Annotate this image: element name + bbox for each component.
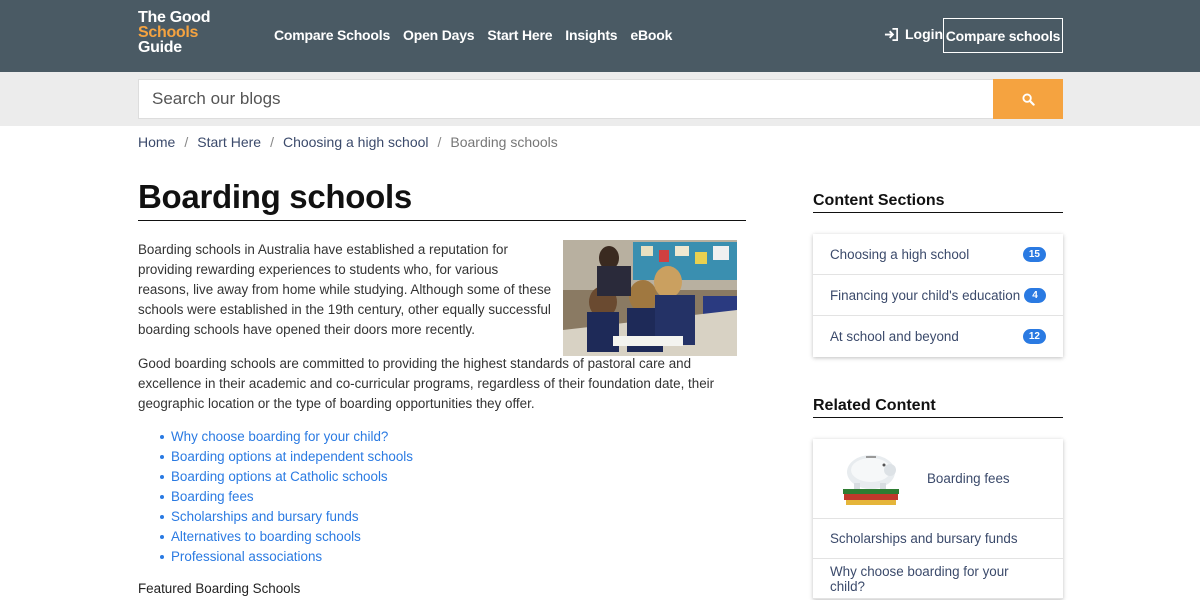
classroom-photo <box>563 240 737 356</box>
logo-line-3: Guide <box>138 39 182 56</box>
related-item-why-choose-boarding[interactable]: Why choose boarding for your child? <box>813 559 1063 599</box>
link-independent-schools[interactable]: Boarding options at independent schools <box>160 447 413 467</box>
related-item-label: Boarding fees <box>927 471 1010 486</box>
content-section-item[interactable]: Financing your child's education 4 <box>813 275 1063 316</box>
search-icon <box>1021 92 1035 106</box>
link-catholic-schools[interactable]: Boarding options at Catholic schools <box>160 467 413 487</box>
nav-compare-schools[interactable]: Compare Schools <box>274 27 390 43</box>
breadcrumb-home[interactable]: Home <box>138 134 175 150</box>
compare-schools-button[interactable]: Compare schools <box>943 18 1063 53</box>
content-section-label: Choosing a high school <box>830 246 970 262</box>
search-button[interactable] <box>993 79 1063 119</box>
nav-ebook[interactable]: eBook <box>630 27 672 43</box>
nav-open-days[interactable]: Open Days <box>403 27 475 43</box>
search-bar-section <box>0 72 1200 126</box>
link-boarding-fees[interactable]: Boarding fees <box>160 487 413 507</box>
content-sections-title: Content Sections <box>813 192 1063 213</box>
breadcrumb-current: Boarding schools <box>450 134 558 150</box>
nav-insights[interactable]: Insights <box>565 27 617 43</box>
second-paragraph: Good boarding schools are committed to p… <box>138 356 715 411</box>
top-navigation-bar: The Good Schools Guide Compare Schools O… <box>0 0 1200 72</box>
link-why-choose-boarding[interactable]: Why choose boarding for your child? <box>160 427 413 447</box>
link-alternatives[interactable]: Alternatives to boarding schools <box>160 527 413 547</box>
page-title: Boarding schools <box>138 178 746 221</box>
topic-link-list: Why choose boarding for your child? Boar… <box>160 427 413 567</box>
content-section-label: At school and beyond <box>830 329 959 344</box>
content-section-item[interactable]: At school and beyond 12 <box>813 316 1063 357</box>
related-content-card: Boarding fees Scholarships and bursary f… <box>813 439 1063 599</box>
related-content-title: Related Content <box>813 397 1063 418</box>
count-badge: 12 <box>1022 329 1046 344</box>
login-link[interactable]: Login <box>884 26 943 42</box>
piggy-bank-thumbnail <box>843 454 899 505</box>
related-item-boarding-fees[interactable]: Boarding fees <box>813 439 1063 519</box>
content-sections-card: Choosing a high school 15 Financing your… <box>813 234 1063 357</box>
nav-start-here[interactable]: Start Here <box>487 27 552 43</box>
content-section-item[interactable]: Choosing a high school 15 <box>813 234 1063 275</box>
login-label: Login <box>905 26 944 42</box>
content-section-label: Financing your child's education <box>830 287 1021 303</box>
related-item-scholarships[interactable]: Scholarships and bursary funds <box>813 519 1063 559</box>
link-professional-associations[interactable]: Professional associations <box>160 547 413 567</box>
logo-line-2: Schools <box>138 24 199 41</box>
intro-paragraph: Boarding schools in Australia have estab… <box>138 242 552 337</box>
login-icon <box>884 27 898 41</box>
featured-boarding-schools-heading: Featured Boarding Schools <box>138 581 301 596</box>
logo-line-1: The Good <box>138 9 211 26</box>
breadcrumb-separator: / <box>437 134 442 150</box>
search-input[interactable] <box>138 79 994 119</box>
link-scholarships[interactable]: Scholarships and bursary funds <box>160 507 413 527</box>
breadcrumb-separator: / <box>270 134 274 150</box>
count-badge: 4 <box>1024 287 1046 303</box>
breadcrumb-separator: / <box>184 134 189 150</box>
breadcrumb-start-here[interactable]: Start Here <box>197 134 261 150</box>
breadcrumb: Home / Start Here / Choosing a high scho… <box>138 134 558 150</box>
site-logo[interactable]: The Good Schools Guide <box>138 9 211 56</box>
count-badge: 15 <box>1022 246 1046 262</box>
breadcrumb-choosing-high-school[interactable]: Choosing a high school <box>283 134 429 150</box>
main-nav: Compare Schools Open Days Start Here Ins… <box>274 27 685 43</box>
